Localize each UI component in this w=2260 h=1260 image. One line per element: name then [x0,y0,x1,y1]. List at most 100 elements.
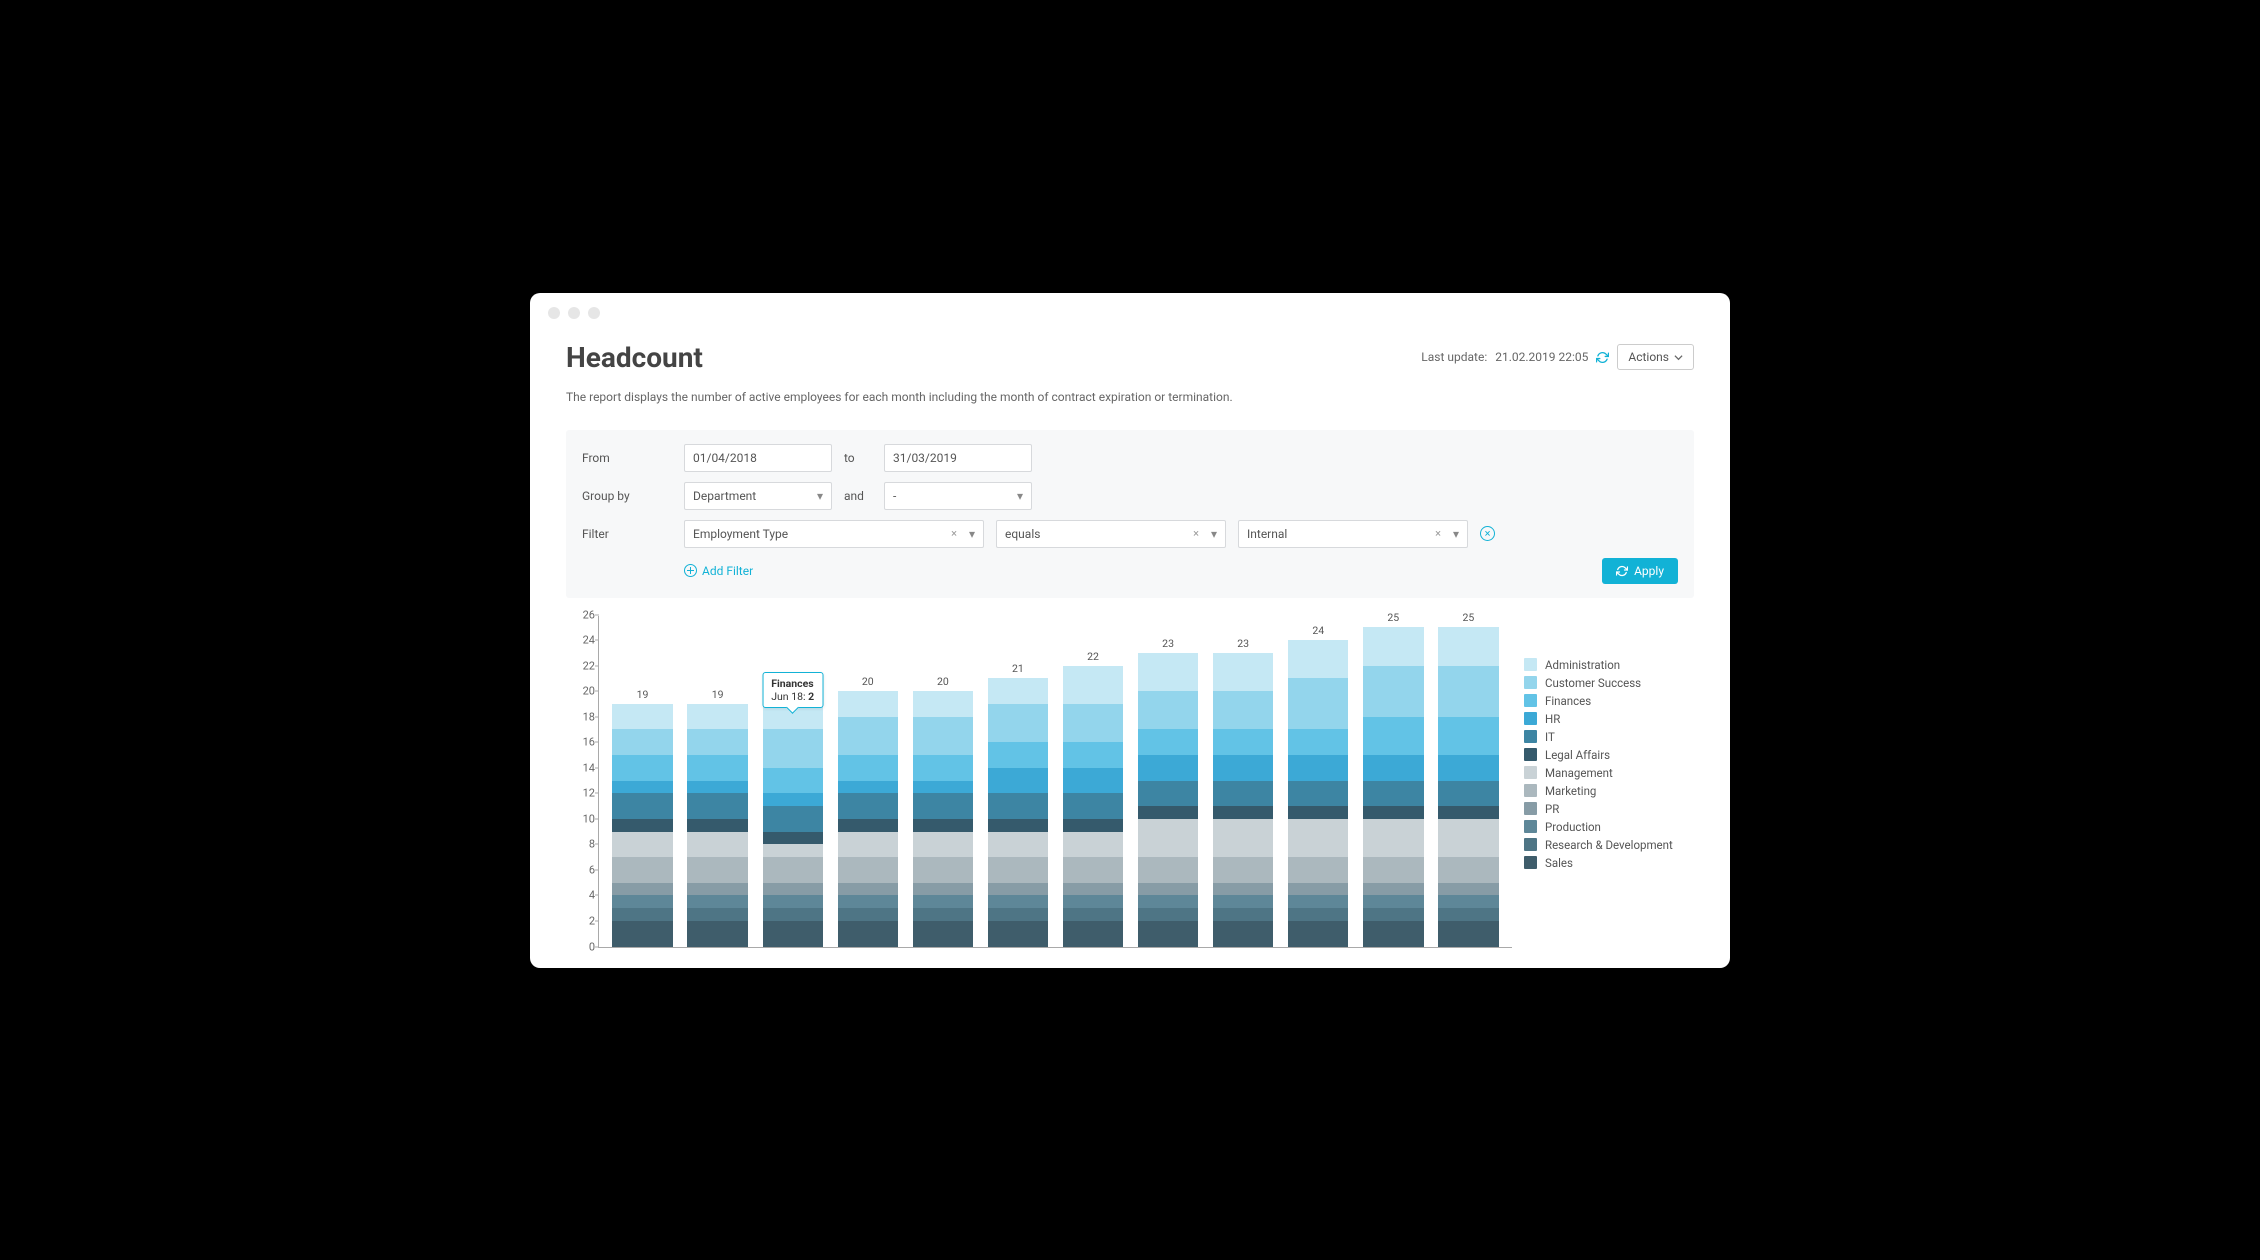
bar-segment[interactable] [1438,781,1498,807]
bar-segment[interactable] [612,793,672,819]
bar-segment[interactable] [763,768,823,794]
bar-segment[interactable] [1063,704,1123,742]
bar-segment[interactable] [1438,908,1498,921]
legend-item[interactable]: Marketing [1524,784,1694,798]
bar-segment[interactable] [1138,857,1198,883]
bar-segment[interactable] [838,895,898,908]
filter-op-select[interactable]: equals × ▾ [996,520,1226,548]
clear-icon[interactable]: × [1431,527,1445,540]
bar-segment[interactable] [1063,921,1123,947]
bar-segment[interactable] [1063,832,1123,858]
bar-segment[interactable] [1213,883,1273,896]
bar-segment[interactable] [838,793,898,819]
bar-segment[interactable] [763,806,823,832]
bar-segment[interactable] [1138,691,1198,729]
bar-segment[interactable] [1213,908,1273,921]
bar-column[interactable]: 25 [1363,611,1423,946]
bar-segment[interactable] [838,717,898,755]
bar-segment[interactable] [612,908,672,921]
bar-segment[interactable] [838,691,898,717]
legend-item[interactable]: Research & Development [1524,838,1694,852]
bar-segment[interactable] [763,883,823,896]
add-filter-button[interactable]: Add Filter [684,564,1590,578]
bar-segment[interactable] [687,883,747,896]
bar-segment[interactable] [1288,640,1348,678]
bar-segment[interactable] [1138,819,1198,857]
bar-segment[interactable] [988,883,1048,896]
bar-segment[interactable] [1213,806,1273,819]
bar-segment[interactable] [612,704,672,730]
bar-segment[interactable] [1288,755,1348,781]
bar-column[interactable]: 19FinancesJun 18: 2 [763,688,823,947]
bar-segment[interactable] [913,857,973,883]
from-date-input[interactable]: 01/04/2018 [684,444,832,472]
bar-segment[interactable] [1438,627,1498,665]
legend-item[interactable]: Customer Success [1524,676,1694,690]
bar-segment[interactable] [1438,921,1498,947]
bar-segment[interactable] [838,921,898,947]
bar-segment[interactable] [612,883,672,896]
bar-segment[interactable] [763,921,823,947]
bar-segment[interactable] [612,895,672,908]
bar-segment[interactable] [763,908,823,921]
apply-button[interactable]: Apply [1602,558,1678,584]
bar-column[interactable]: 22 [1063,650,1123,947]
bar-segment[interactable] [838,883,898,896]
bar-segment[interactable] [988,704,1048,742]
bar-segment[interactable] [1288,806,1348,819]
bar-segment[interactable] [1438,895,1498,908]
bar-segment[interactable] [988,768,1048,794]
bar-segment[interactable] [1438,717,1498,755]
bar-segment[interactable] [687,729,747,755]
bar-segment[interactable] [687,908,747,921]
bar-segment[interactable] [913,895,973,908]
bar-segment[interactable] [1288,678,1348,729]
bar-segment[interactable] [1138,755,1198,781]
legend-item[interactable]: IT [1524,730,1694,744]
bar-segment[interactable] [988,819,1048,832]
bar-segment[interactable] [612,781,672,794]
legend-item[interactable]: Production [1524,820,1694,834]
bar-segment[interactable] [913,755,973,781]
bar-segment[interactable] [1138,921,1198,947]
clear-icon[interactable]: × [947,527,961,540]
bar-segment[interactable] [1063,857,1123,883]
bar-segment[interactable] [1213,729,1273,755]
bar-segment[interactable] [988,895,1048,908]
remove-filter-button[interactable]: × [1480,526,1495,541]
clear-icon[interactable]: × [1189,527,1203,540]
window-control-close[interactable] [548,307,560,319]
bar-segment[interactable] [838,781,898,794]
bar-segment[interactable] [687,921,747,947]
bar-segment[interactable] [988,678,1048,704]
legend-item[interactable]: Finances [1524,694,1694,708]
bar-segment[interactable] [1363,895,1423,908]
legend-item[interactable]: HR [1524,712,1694,726]
bar-segment[interactable] [988,742,1048,768]
window-control-min[interactable] [568,307,580,319]
bar-segment[interactable] [1138,729,1198,755]
bar-segment[interactable] [1438,819,1498,857]
bar-segment[interactable] [763,857,823,883]
window-control-max[interactable] [588,307,600,319]
bar-segment[interactable] [612,755,672,781]
bar-segment[interactable] [1063,793,1123,819]
bar-segment[interactable] [1213,755,1273,781]
bar-segment[interactable] [913,793,973,819]
bar-segment[interactable] [838,819,898,832]
bar-segment[interactable] [913,819,973,832]
bar-segment[interactable] [988,921,1048,947]
bar-segment[interactable] [1363,717,1423,755]
to-date-input[interactable]: 31/03/2019 [884,444,1032,472]
bar-segment[interactable] [687,781,747,794]
bar-segment[interactable] [612,832,672,858]
bar-segment[interactable] [988,832,1048,858]
legend-item[interactable]: Sales [1524,856,1694,870]
bar-segment[interactable] [1363,819,1423,857]
legend-item[interactable]: Legal Affairs [1524,748,1694,762]
bar-segment[interactable] [1213,921,1273,947]
bar-column[interactable]: 23 [1138,637,1198,947]
bar-segment[interactable] [1438,857,1498,883]
group-by-select[interactable]: Department ▾ [684,482,832,510]
bar-segment[interactable] [913,883,973,896]
